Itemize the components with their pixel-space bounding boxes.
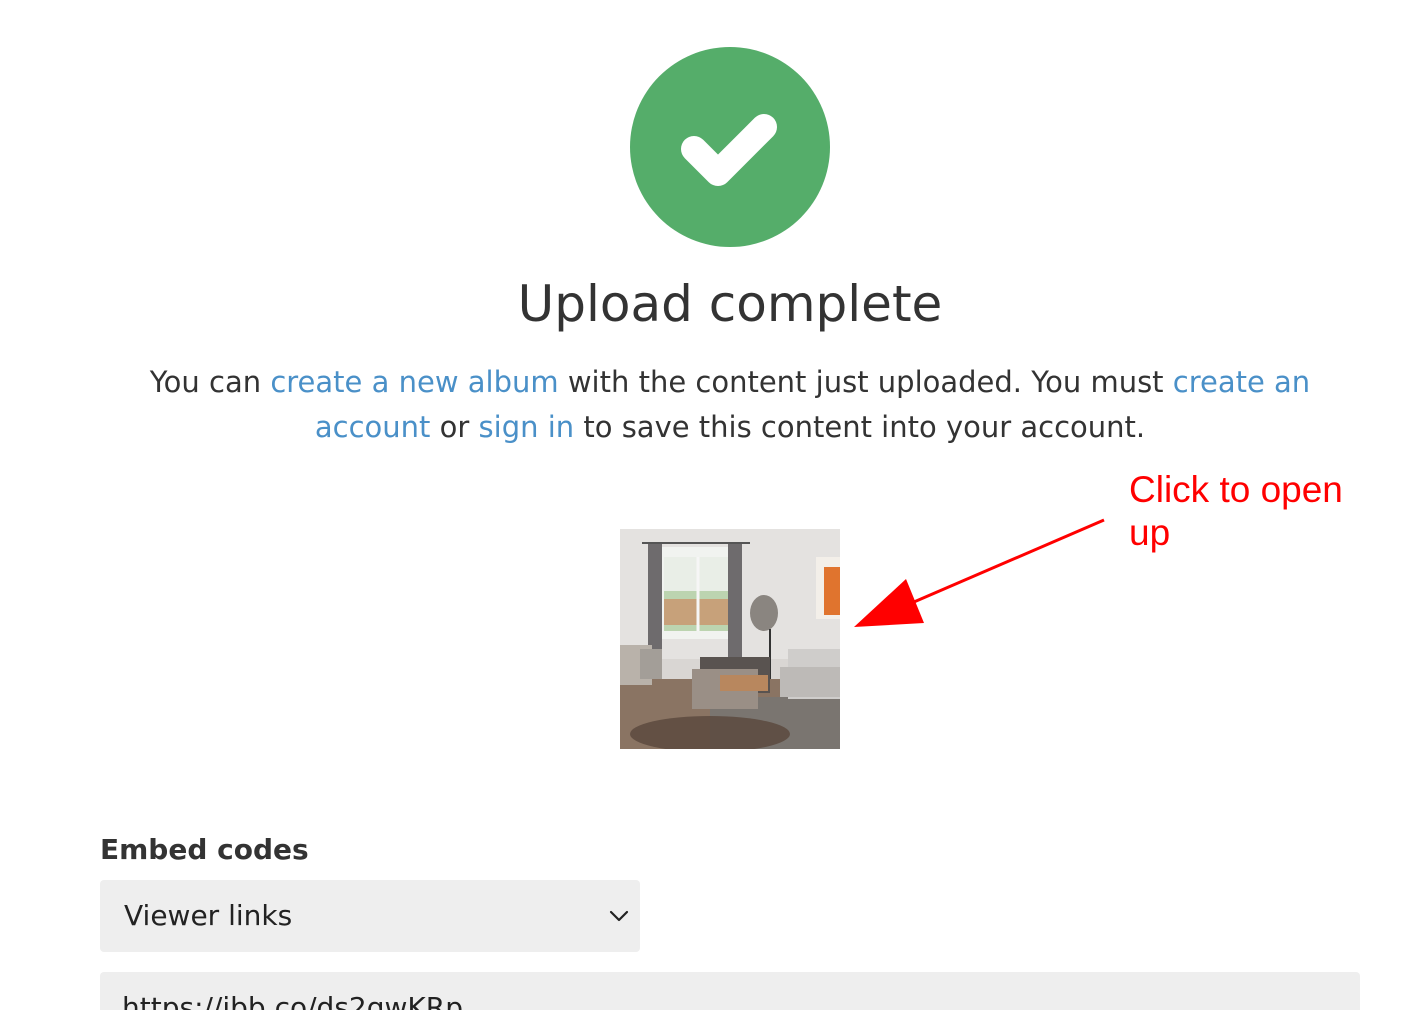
living-room-photo: [620, 529, 840, 749]
uploaded-image-thumbnail[interactable]: [620, 529, 840, 749]
checkmark-icon: [681, 114, 777, 186]
create-album-link[interactable]: create a new album: [270, 365, 558, 399]
description-text: to save this content into your account.: [574, 410, 1146, 444]
annotation-arrow-icon: [854, 518, 1105, 627]
chevron-down-icon: [609, 910, 629, 922]
embed-code-field[interactable]: https://ibb.co/ds2gwKRp: [100, 972, 1360, 1010]
embed-type-select[interactable]: Viewer links: [100, 880, 640, 952]
success-badge: [630, 47, 830, 247]
embed-codes-label: Embed codes: [100, 833, 309, 866]
upload-description: You can create a new album with the cont…: [120, 360, 1340, 450]
description-text: or: [430, 410, 479, 444]
description-text: You can: [149, 365, 271, 399]
upload-complete-page: Upload complete You can create a new alb…: [0, 0, 1424, 1010]
page-title: Upload complete: [517, 275, 943, 333]
embed-type-selected-value: Viewer links: [124, 899, 293, 932]
annotation-label: Click to open up: [1129, 469, 1343, 553]
sign-in-link[interactable]: sign in: [479, 410, 575, 444]
embed-code-text: https://ibb.co/ds2gwKRp: [122, 991, 463, 1010]
description-text: with the content just uploaded. You must: [558, 365, 1173, 399]
